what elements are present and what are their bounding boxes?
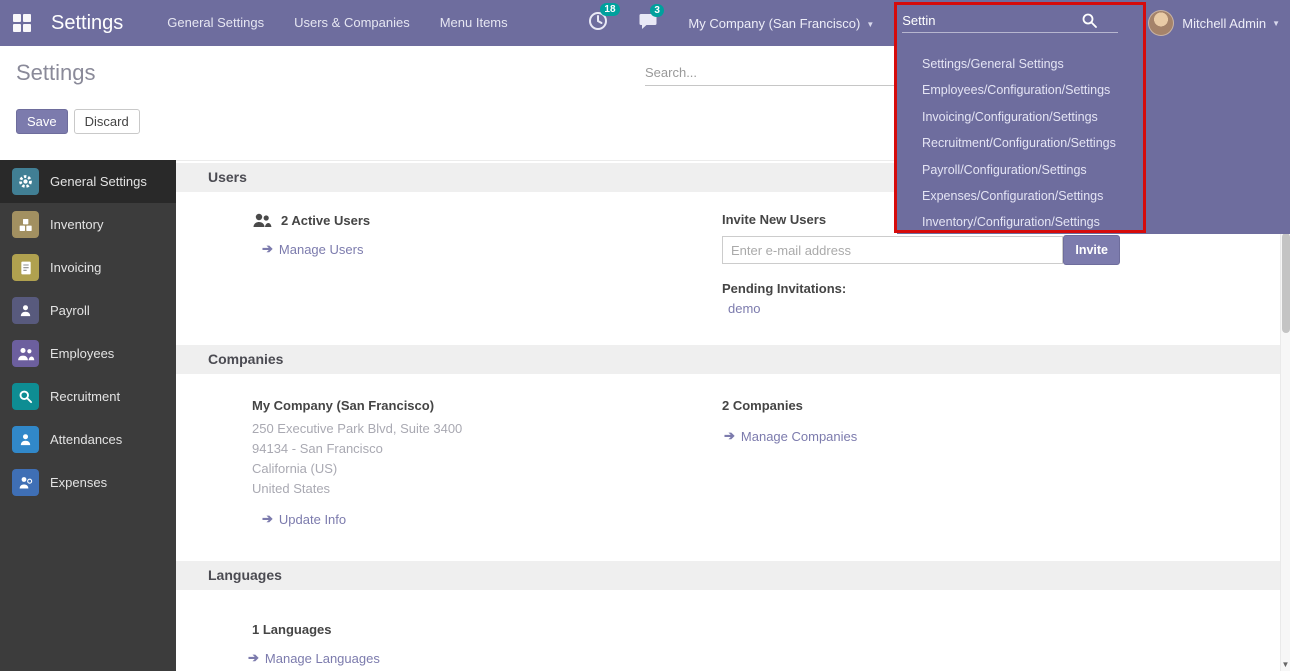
activity-badge: 18 [600, 3, 619, 16]
app-title[interactable]: Settings [51, 12, 123, 35]
menu-search-input[interactable] [902, 13, 1082, 28]
search-result-item[interactable]: Payroll/Configuration/Settings [897, 157, 1290, 183]
arrow-right-icon: ➔ [262, 241, 273, 257]
company-switcher[interactable]: My Company (San Francisco)▼ [688, 16, 874, 31]
search-results-dropdown: Settings/General Settings Employees/Conf… [897, 46, 1290, 234]
boxes-icon [12, 211, 39, 238]
messages-icon[interactable]: 3 [638, 12, 660, 35]
save-button[interactable]: Save [16, 109, 68, 134]
sidebar-item-recruitment[interactable]: Recruitment [0, 375, 176, 418]
company-address-line: California (US) [252, 459, 722, 479]
sidebar-item-employees[interactable]: Employees [0, 332, 176, 375]
activity-clock-icon[interactable]: 18 [588, 11, 610, 36]
update-info-link[interactable]: ➔ Update Info [262, 511, 346, 527]
menu-item-menu-items[interactable]: Menu Items [440, 0, 508, 46]
user-menu[interactable]: Mitchell Admin ▼ [1148, 10, 1280, 36]
companies-count: 2 Companies [722, 374, 1250, 413]
person-icon [12, 297, 39, 324]
arrow-right-icon: ➔ [724, 428, 735, 444]
section-header-languages: Languages [176, 561, 1280, 590]
arrow-right-icon: ➔ [248, 650, 259, 666]
search-icon[interactable] [1082, 13, 1097, 28]
apps-menu-icon[interactable] [13, 14, 32, 33]
users-icon [252, 212, 272, 228]
search-result-item[interactable]: Employees/Configuration/Settings [897, 77, 1290, 103]
sidebar-item-expenses[interactable]: Expenses [0, 461, 176, 504]
messages-badge: 3 [650, 4, 664, 17]
company-name: My Company (San Francisco) [252, 374, 722, 413]
sidebar-item-inventory[interactable]: Inventory [0, 203, 176, 246]
search-result-item[interactable]: Recruitment/Configuration/Settings [897, 130, 1290, 156]
manage-companies-link[interactable]: ➔ Manage Companies [724, 428, 857, 444]
pending-invitations-label: Pending Invitations: [722, 281, 1250, 296]
pending-invitation-demo-link[interactable]: demo [722, 301, 761, 316]
people-icon [12, 340, 39, 367]
navbar-menu: General Settings Users & Companies Menu … [167, 0, 507, 46]
company-address-line: 250 Executive Park Blvd, Suite 3400 [252, 419, 722, 439]
languages-count: 1 Languages [252, 590, 722, 637]
settings-sidebar: General Settings Inventory Invoicing Pay… [0, 160, 176, 671]
chevron-down-icon: ▼ [866, 20, 874, 29]
menu-item-users-companies[interactable]: Users & Companies [294, 0, 410, 46]
sidebar-item-attendances[interactable]: Attendances [0, 418, 176, 461]
invite-email-input[interactable] [722, 236, 1063, 264]
menu-search-box [902, 13, 1118, 33]
search-result-item[interactable]: Inventory/Configuration/Settings [897, 209, 1290, 235]
top-navbar: Settings General Settings Users & Compan… [0, 0, 1290, 46]
gear-icon [12, 168, 39, 195]
avatar [1148, 10, 1174, 36]
scrollbar-down-button[interactable]: ▼ [1281, 660, 1290, 669]
discard-button[interactable]: Discard [74, 109, 140, 134]
company-address-line: 94134 - San Francisco [252, 439, 722, 459]
manage-languages-link[interactable]: ➔ Manage Languages [248, 650, 380, 666]
chevron-down-icon: ▼ [1272, 19, 1280, 28]
page-title: Settings [16, 60, 96, 86]
sidebar-item-general-settings[interactable]: General Settings [0, 160, 176, 203]
search-result-item[interactable]: Invoicing/Configuration/Settings [897, 104, 1290, 130]
active-users-count: 2 Active Users [281, 213, 370, 228]
arrow-right-icon: ➔ [262, 511, 273, 527]
section-header-companies: Companies [176, 345, 1280, 374]
person-coin-icon [12, 469, 39, 496]
person-check-icon [12, 426, 39, 453]
settings-content: Users 2 Active Users ➔ Manage Users Inv [176, 160, 1280, 671]
company-address-line: United States [252, 479, 722, 499]
sidebar-item-payroll[interactable]: Payroll [0, 289, 176, 332]
invite-button[interactable]: Invite [1063, 235, 1120, 265]
magnifier-icon [12, 383, 39, 410]
menu-item-general-settings[interactable]: General Settings [167, 0, 264, 46]
scrollbar-thumb[interactable] [1282, 233, 1290, 333]
search-result-item[interactable]: Settings/General Settings [897, 51, 1290, 77]
invoice-document-icon [12, 254, 39, 281]
manage-users-link[interactable]: ➔ Manage Users [262, 241, 363, 257]
sidebar-item-invoicing[interactable]: Invoicing [0, 246, 176, 289]
search-result-item[interactable]: Expenses/Configuration/Settings [897, 183, 1290, 209]
